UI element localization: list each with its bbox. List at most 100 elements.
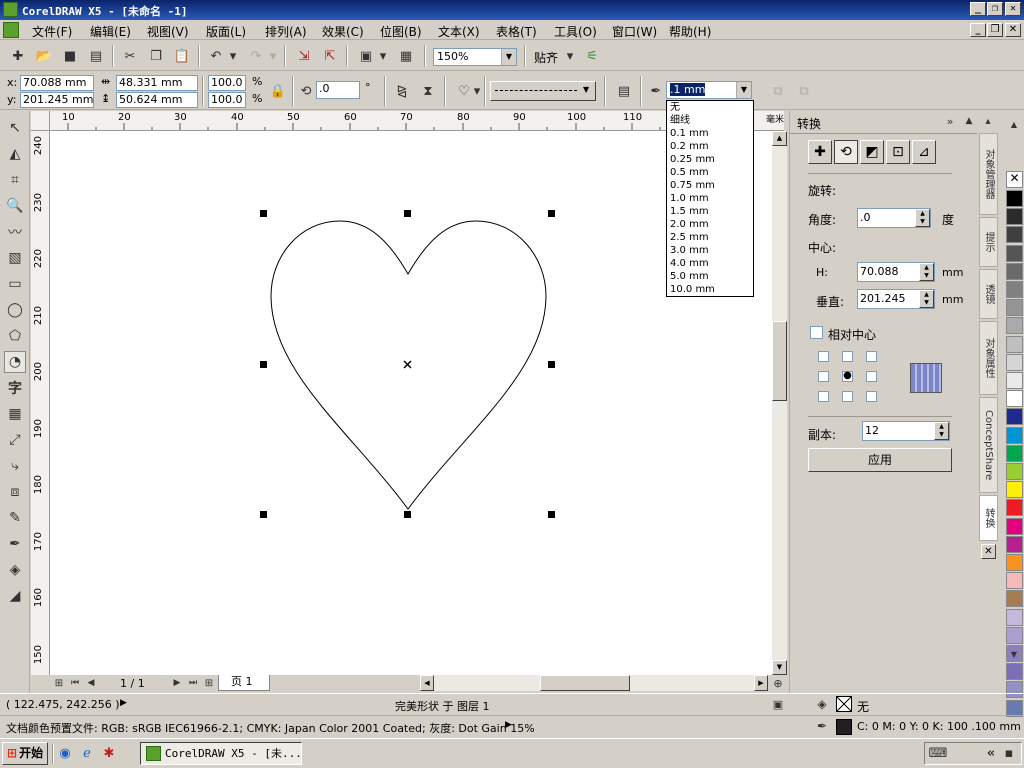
- color-swatch[interactable]: [1006, 317, 1023, 335]
- status-expand-icon[interactable]: ▶: [120, 698, 127, 708]
- maximize-button[interactable]: ❐: [987, 2, 1003, 16]
- snap-to-menu[interactable]: 贴齐: [534, 49, 558, 66]
- skew-tab-icon[interactable]: ⊿: [912, 140, 936, 164]
- open-folder-icon[interactable]: 📂: [34, 46, 54, 66]
- close-button[interactable]: ✕: [1005, 2, 1021, 16]
- scroll-left-button[interactable]: ◀: [420, 675, 434, 691]
- color-swatch[interactable]: [1006, 572, 1023, 590]
- height-field[interactable]: 50.624 mm: [116, 92, 198, 108]
- launcher-dropdown-icon[interactable]: ▾: [378, 46, 388, 66]
- tab-lens[interactable]: 透镜: [979, 269, 998, 319]
- color-swatch[interactable]: [1006, 244, 1023, 262]
- anchor-checkbox[interactable]: [842, 351, 853, 362]
- no-color-swatch[interactable]: ✕: [1006, 171, 1023, 188]
- outline-tool-icon[interactable]: ✒: [4, 533, 26, 555]
- anchor-checkbox[interactable]: [866, 351, 877, 362]
- angle-spinner[interactable]: ▲ ▼: [915, 209, 930, 227]
- color-swatch[interactable]: [1006, 663, 1023, 681]
- menu-arrange[interactable]: 排列(A): [265, 23, 307, 40]
- chevron-down-icon[interactable]: ▼: [501, 49, 516, 65]
- undo-dropdown-icon[interactable]: ▾: [228, 46, 238, 66]
- lock-ratio-icon[interactable]: 🔒: [268, 81, 288, 101]
- new-document-icon[interactable]: ✚: [8, 46, 28, 66]
- outline-width-option[interactable]: 4.0 mm: [667, 257, 753, 270]
- size-tab-icon[interactable]: ⊡: [886, 140, 910, 164]
- tray-app-icon[interactable]: ▪: [1001, 744, 1017, 762]
- scale-y-field[interactable]: 100.0: [208, 92, 246, 108]
- scale-x-field[interactable]: 100.0: [208, 75, 246, 91]
- document-icon[interactable]: [3, 22, 19, 38]
- color-swatch[interactable]: [1006, 372, 1023, 389]
- color-swatch[interactable]: [1006, 463, 1023, 480]
- tab-hints[interactable]: 提示: [979, 217, 998, 267]
- outline-width-option[interactable]: 细线: [667, 114, 753, 127]
- horizontal-scroll-thumb[interactable]: [540, 675, 630, 691]
- shape-picker-icon[interactable]: ♡: [454, 81, 474, 101]
- ie-launch-icon[interactable]: ℯ: [78, 744, 96, 762]
- redo-icon[interactable]: ↷: [246, 46, 266, 66]
- menu-help[interactable]: 帮助(H): [669, 23, 711, 40]
- dimension-tool-icon[interactable]: ⤢: [4, 429, 26, 451]
- menu-edit[interactable]: 编辑(E): [90, 23, 131, 40]
- outline-width-option[interactable]: 10.0 mm: [667, 283, 753, 296]
- y-position-field[interactable]: 201.245 mm: [20, 92, 94, 108]
- first-page-icon[interactable]: ⏮: [68, 675, 82, 691]
- outline-width-dropdown[interactable]: 无细线 0.1 mm 0.2 mm 0.25 mm 0.5 mm 0.75 mm 1.0 m…: [666, 100, 754, 297]
- anchor-checkbox[interactable]: [818, 371, 829, 382]
- color-swatch[interactable]: [1006, 262, 1023, 280]
- previous-page-icon[interactable]: ◀: [84, 675, 98, 691]
- smart-fill-tool-icon[interactable]: ▧: [4, 247, 26, 269]
- start-button[interactable]: ⊞ 开始: [2, 742, 48, 765]
- docker-collapse-icon[interactable]: ▲: [962, 113, 976, 129]
- outline-width-option[interactable]: 0.2 mm: [667, 140, 753, 153]
- width-field[interactable]: 48.331 mm: [116, 75, 198, 91]
- outline-width-option[interactable]: 2.0 mm: [667, 218, 753, 231]
- vertical-scroll-thumb[interactable]: [772, 321, 787, 401]
- anchor-checkbox[interactable]: [842, 391, 853, 402]
- scroll-right-button[interactable]: ▶: [754, 675, 768, 691]
- freehand-tool-icon[interactable]: 〰: [4, 221, 26, 243]
- palette-scroll-down-icon[interactable]: ▼: [1006, 647, 1022, 661]
- menu-effects[interactable]: 效果(C): [322, 23, 364, 40]
- cut-icon[interactable]: ✂: [120, 46, 140, 66]
- outline-width-option[interactable]: 无: [667, 101, 753, 114]
- outline-width-option[interactable]: 0.5 mm: [667, 166, 753, 179]
- anchor-checkbox[interactable]: [866, 371, 877, 382]
- snap-dropdown-icon[interactable]: ▾: [564, 46, 576, 66]
- ruler-origin[interactable]: [31, 111, 50, 131]
- horizontal-scrollbar[interactable]: ◀ ▶: [420, 675, 768, 691]
- menu-bitmaps[interactable]: 位图(B): [380, 23, 422, 40]
- shape-dropdown-icon[interactable]: ▾: [472, 81, 482, 101]
- chrome-launch-icon[interactable]: ◉: [56, 744, 74, 762]
- doc-minimize-button[interactable]: _: [970, 23, 986, 37]
- pick-tool-icon[interactable]: ↖: [4, 117, 26, 139]
- blend-tool-icon[interactable]: ⧈: [4, 481, 26, 503]
- menu-layout[interactable]: 版面(L): [206, 23, 246, 40]
- keyboard-icon[interactable]: ⌨: [929, 744, 948, 762]
- apply-button[interactable]: 应用: [808, 448, 952, 472]
- scale-mirror-tab-icon[interactable]: ◩: [860, 140, 884, 164]
- rotate-tab-icon[interactable]: ⟲: [834, 140, 858, 164]
- redo-dropdown-icon[interactable]: ▾: [268, 46, 278, 66]
- line-style-selector[interactable]: ▼: [490, 81, 596, 101]
- color-swatch[interactable]: [1006, 281, 1023, 298]
- color-swatch[interactable]: [1006, 535, 1023, 553]
- color-swatch[interactable]: [1006, 390, 1023, 408]
- color-swatch[interactable]: [1006, 608, 1023, 626]
- outline-width-combo[interactable]: .1 mm ▼: [666, 81, 752, 99]
- last-page-icon[interactable]: ⏭: [186, 675, 200, 691]
- text-wrap-icon[interactable]: ▤: [614, 81, 634, 101]
- outline-width-option[interactable]: 1.0 mm: [667, 192, 753, 205]
- polygon-tool-icon[interactable]: ⬠: [4, 325, 26, 347]
- save-icon[interactable]: ■: [60, 46, 80, 66]
- copy-icon[interactable]: ❐: [146, 46, 166, 66]
- chevron-down-icon[interactable]: ▼: [736, 82, 751, 98]
- taskbar-coreldraw-button[interactable]: CorelDRAW X5 - [未...: [140, 742, 302, 765]
- vertical-ruler[interactable]: 240 230 220 210 200 190 180 170 160 150: [31, 131, 50, 675]
- menu-tools[interactable]: 工具(O): [554, 23, 597, 40]
- tray-expand-icon[interactable]: «: [983, 744, 999, 762]
- color-swatch[interactable]: [1006, 208, 1023, 226]
- next-page-icon[interactable]: ▶: [170, 675, 184, 691]
- color-swatch[interactable]: [1006, 335, 1023, 353]
- break-apart-icon[interactable]: ⧉: [794, 81, 814, 101]
